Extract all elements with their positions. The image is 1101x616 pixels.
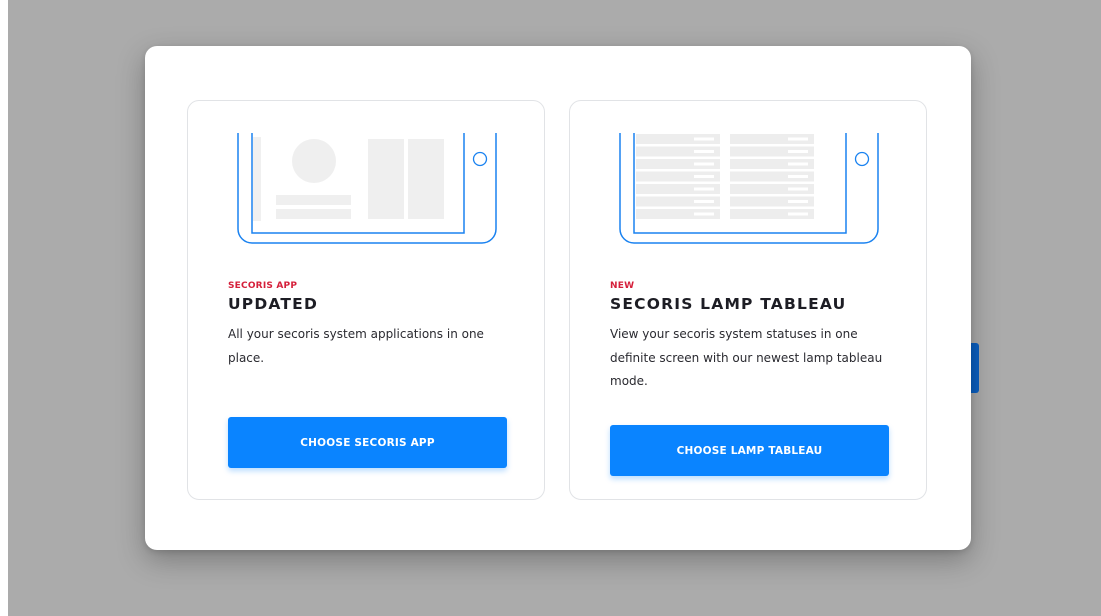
phone-lamp-tableau-illustration <box>618 133 882 249</box>
phone-tableau-illustration-svg <box>619 133 879 244</box>
card-eyebrow: NEW <box>610 281 635 291</box>
card-title: SECORIS LAMP TABLEAU <box>610 295 847 313</box>
phone-app-layout-illustration <box>236 133 500 249</box>
card-description: All your secoris system applications in … <box>228 327 484 365</box>
card-title: UPDATED <box>228 295 319 313</box>
phone-app-illustration-svg <box>237 133 497 244</box>
secoris-app-card[interactable]: SECORIS APP UPDATED All your secoris sys… <box>187 100 545 500</box>
card-description: View your secoris system statuses in one… <box>610 327 883 388</box>
choose-mode-modal: SECORIS APP UPDATED All your secoris sys… <box>145 46 971 550</box>
choose-lamp-tableau-button[interactable]: CHOOSE LAMP TABLEAU <box>610 425 889 476</box>
card-eyebrow: SECORIS APP <box>228 281 298 291</box>
lamp-tableau-card[interactable]: NEW SECORIS LAMP TABLEAU View your secor… <box>569 100 927 500</box>
background-page-edge <box>0 0 8 616</box>
choose-secoris-app-button[interactable]: CHOOSE SECORIS APP <box>228 417 507 468</box>
